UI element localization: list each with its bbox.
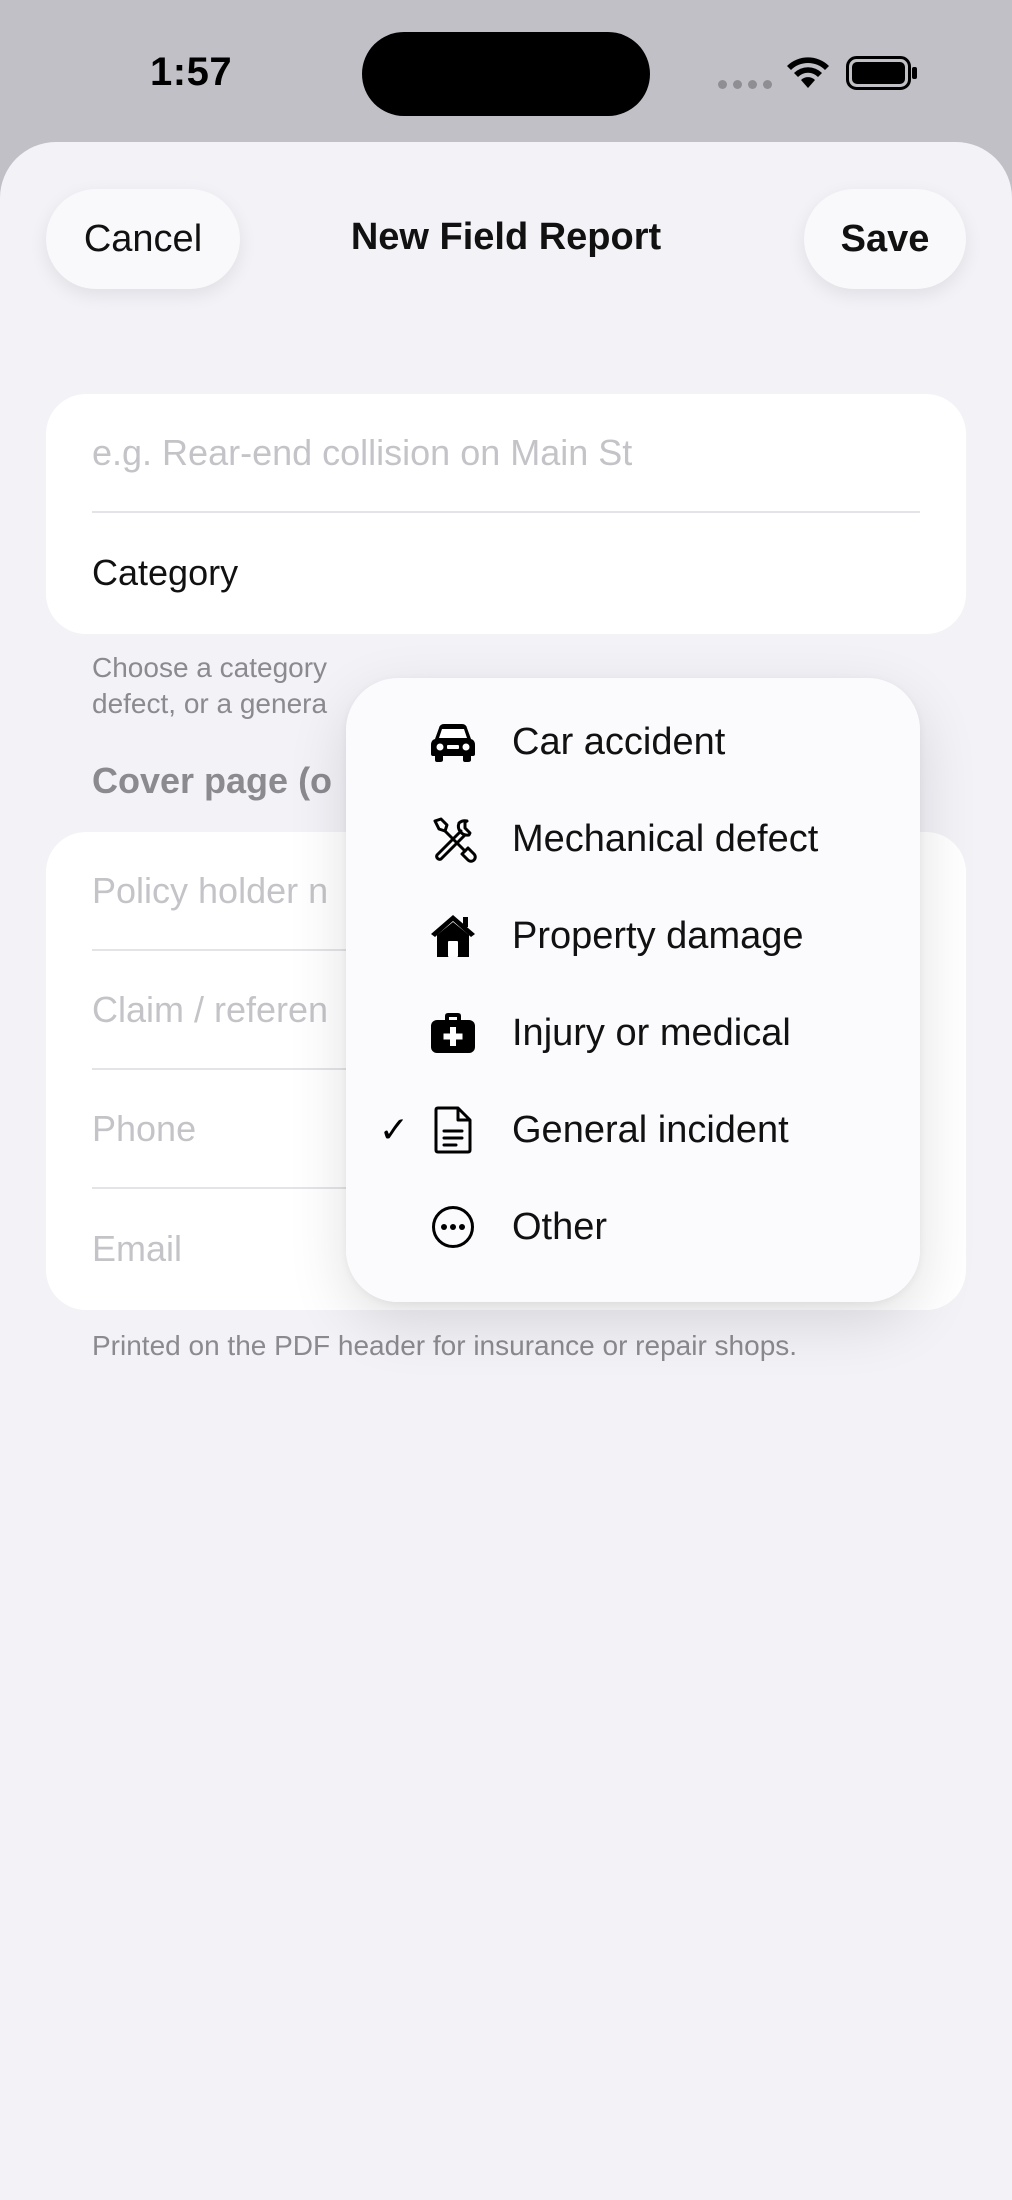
menu-item-label: Mechanical defect [512,817,819,860]
medical-kit-icon [428,1008,478,1058]
category-picker-row[interactable]: Category [92,513,920,632]
menu-item-general-incident[interactable]: ✓ General incident [346,1082,920,1178]
menu-item-label: Injury or medical [512,1011,791,1054]
menu-item-label: Other [512,1205,608,1248]
status-time: 1:57 [150,50,233,94]
new-report-sheet: Cancel New Field Report Save e.g. Rear-e… [0,142,1012,2200]
category-label: Category [92,551,239,593]
report-basics-card: e.g. Rear-end collision on Main St Categ… [46,394,966,634]
checkmark-icon: ✓ [378,1109,410,1150]
cover-page-section-header: Cover page (o [92,760,333,801]
category-menu: Car accident Mechanical defect Property … [346,678,920,1302]
cover-page-footnote: Printed on the PDF header for insurance … [92,1330,798,1361]
menu-item-label: Car accident [512,720,726,763]
ellipsis-circle-icon [428,1202,478,1252]
phone-placeholder: Phone [92,1107,197,1149]
menu-item-property-damage[interactable]: Property damage [346,888,920,984]
dynamic-island [362,32,650,116]
battery-icon [846,56,917,90]
menu-item-mechanical-defect[interactable]: Mechanical defect [346,791,920,887]
wrench-screwdriver-icon [428,814,478,864]
menu-item-injury-or-medical[interactable]: Injury or medical [346,985,920,1081]
menu-item-car-accident[interactable]: Car accident [346,694,920,790]
menu-item-label: General incident [512,1108,789,1151]
title-field-placeholder: e.g. Rear-end collision on Main St [92,431,633,473]
document-icon [428,1105,478,1155]
house-icon [428,911,478,961]
cellular-signal-icon [718,80,772,89]
wifi-icon [787,57,829,88]
save-button[interactable]: Save [804,189,966,289]
title-field[interactable]: e.g. Rear-end collision on Main St [92,394,920,513]
status-bar: 1:57 [0,0,1012,140]
email-placeholder: Email [92,1227,183,1269]
policy-holder-placeholder: Policy holder n [92,869,329,911]
menu-item-label: Property damage [512,914,804,957]
claim-reference-placeholder: Claim / referen [92,988,329,1030]
car-icon [428,717,478,767]
menu-item-other[interactable]: Other [346,1179,920,1275]
